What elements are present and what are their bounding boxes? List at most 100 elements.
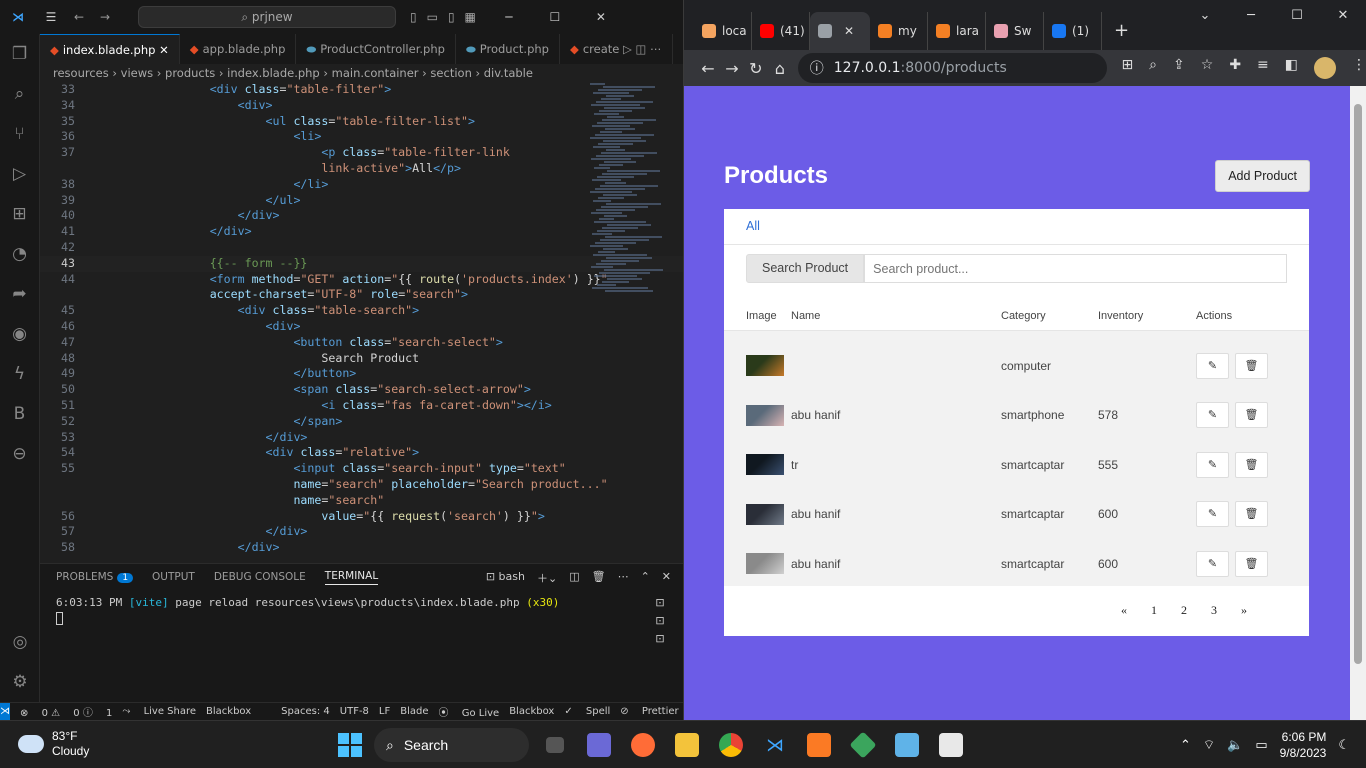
run-debug-icon[interactable]: ▷ [0, 154, 39, 194]
reload-icon[interactable]: ↻ [744, 59, 768, 78]
eol-status[interactable]: LF [379, 706, 390, 717]
translate-icon[interactable]: ⊞ [1121, 57, 1133, 79]
forward-icon[interactable]: → [92, 10, 118, 24]
bookmark-star-icon[interactable]: ☆ [1201, 57, 1214, 79]
code-line[interactable]: 40 </div> [40, 208, 683, 224]
code-line[interactable]: name="search" [40, 493, 683, 509]
start-button[interactable] [338, 733, 362, 757]
code-line[interactable]: 43 {{-- form --}} [40, 255, 683, 272]
scrollbar-thumb[interactable] [1354, 104, 1362, 664]
spell-status[interactable]: ✓ Spell [564, 706, 610, 717]
page-link[interactable]: 1 [1139, 603, 1169, 618]
share-icon[interactable]: ⇪ [1173, 57, 1185, 79]
browser-tab[interactable]: lara [928, 12, 986, 50]
thunder-icon[interactable]: ϟ [0, 354, 39, 394]
postman-icon[interactable] [625, 727, 661, 763]
edit-pencil-icon[interactable]: ✎ [1196, 501, 1229, 528]
teams-chat-icon[interactable] [581, 727, 617, 763]
code-line[interactable]: 58 </div> [40, 540, 683, 556]
delete-trash-icon[interactable]: 🗑 [1235, 451, 1268, 478]
indentation-status[interactable]: Spaces: 4 [281, 706, 330, 717]
next-page-link[interactable]: » [1229, 603, 1259, 618]
github-icon[interactable]: ◉ [0, 314, 39, 354]
language-status[interactable]: Blade [400, 706, 428, 717]
zoom-icon[interactable]: ⌕ [1149, 57, 1157, 79]
code-line[interactable]: 54 <div class="relative"> [40, 445, 683, 461]
media-icon[interactable]: ≡ [1257, 57, 1269, 79]
code-line[interactable]: 41 </div> [40, 224, 683, 240]
code-line[interactable]: 37 <p class="table-filter-link [40, 145, 683, 161]
code-line[interactable]: 47 <button class="search-select"> [40, 335, 683, 351]
code-line[interactable]: link-active">All</p> [40, 161, 683, 177]
tab-problems[interactable]: PROBLEMS 1 [56, 571, 134, 583]
code-line[interactable]: name="search" placeholder="Search produc… [40, 477, 683, 493]
trash-icon[interactable]: 🗑 [592, 570, 606, 586]
edit-pencil-icon[interactable]: ✎ [1196, 402, 1229, 429]
browser-tab[interactable]: loca [694, 12, 752, 50]
notepad-icon[interactable] [889, 727, 925, 763]
prev-page-link[interactable]: « [1109, 603, 1139, 618]
tab-product-php[interactable]: ⬬ Product.php [456, 34, 560, 64]
back-icon[interactable]: ← [66, 10, 92, 24]
terminal-list[interactable]: ⊡ ⊡ ⊡ [649, 594, 671, 648]
code-editor[interactable]: 33 <div class="table-filter"> 34 <div> 35 … [40, 82, 683, 560]
code-line[interactable]: 53 </div> [40, 430, 683, 446]
page-link[interactable]: 3 [1199, 603, 1229, 618]
taskbar-search[interactable]: ⌕ Search [374, 728, 529, 762]
code-line[interactable]: 44 <form method="GET" action="{{ route('… [40, 272, 683, 288]
tab-debug-console[interactable]: DEBUG CONSOLE [214, 571, 306, 583]
blackbox-status[interactable]: Blackbox [206, 706, 251, 717]
xampp-icon[interactable] [801, 727, 837, 763]
minimap[interactable] [590, 82, 663, 322]
code-line[interactable]: 35 <ul class="table-filter-list"> [40, 114, 683, 130]
delete-trash-icon[interactable]: 🗑 [1235, 402, 1268, 429]
address-bar[interactable]: ⓘ 127.0.0.1:8000/products [797, 53, 1108, 83]
close-panel-icon[interactable]: ✕ [662, 570, 671, 586]
browser-tab[interactable]: my [870, 12, 928, 50]
terminal-output[interactable]: 6:03:13 PM [vite] page reload resources\… [40, 590, 683, 634]
blackbox2-status[interactable]: Blackbox [509, 706, 554, 717]
side-panel-icon[interactable]: ◧ [1285, 57, 1298, 79]
delete-trash-icon[interactable]: 🗑 [1235, 501, 1268, 528]
extensions-icon[interactable]: ⊞ [0, 194, 39, 234]
clock[interactable]: 6:06 PM 9/8/2023 [1280, 729, 1327, 761]
show-hidden-icons-icon[interactable]: ⌃ [1180, 737, 1191, 753]
edit-pencil-icon[interactable]: ✎ [1196, 550, 1229, 577]
page-link[interactable]: 2 [1169, 603, 1199, 618]
encoding-status[interactable]: UTF-8 [340, 706, 369, 717]
weather-widget[interactable]: 83°F Cloudy [18, 729, 89, 759]
live-share-status[interactable]: ⤳ Live Share [122, 706, 196, 717]
task-view-icon[interactable] [537, 727, 573, 763]
tab-index-blade[interactable]: ◆ index.blade.php ✕ [40, 34, 180, 64]
code-line[interactable]: 46 <div> [40, 319, 683, 335]
browser-tab[interactable]: Sw [986, 12, 1044, 50]
menu-icon[interactable]: ☰ [36, 10, 66, 24]
browser-tab[interactable]: (1) [1044, 12, 1102, 50]
wifi-icon[interactable]: ⌔ [1203, 737, 1215, 753]
home-icon[interactable]: ⌂ [768, 59, 792, 78]
delete-trash-icon[interactable]: 🗑 [1235, 352, 1268, 379]
profile-avatar[interactable] [1314, 57, 1337, 79]
maximize-panel-icon[interactable]: ⌃ [641, 570, 650, 586]
battery-icon[interactable]: ▭ [1255, 737, 1267, 753]
file-explorer-icon[interactable] [669, 727, 705, 763]
new-terminal-icon[interactable]: ＋⌄ [537, 570, 557, 586]
remote-icon[interactable]: ◔ [0, 234, 39, 274]
settings-gear-icon[interactable]: ⚙ [0, 662, 40, 702]
live-share-icon[interactable]: ➦ [0, 274, 39, 314]
code-line[interactable]: 57 </div> [40, 524, 683, 540]
tab-app-blade[interactable]: ◆ app.blade.php [180, 34, 297, 64]
command-center[interactable]: ⌕ prjnew [138, 6, 396, 28]
code-line[interactable]: 56 value="{{ request('search') }}"> [40, 509, 683, 525]
minimize-icon[interactable]: ─ [1228, 8, 1274, 23]
more-icon[interactable]: ⋯ [618, 570, 629, 586]
terminal-shell-select[interactable]: ⊡ bash [486, 570, 525, 586]
layout-icons[interactable]: ▯▭▯▦ [410, 10, 486, 24]
back-icon[interactable]: ← [696, 59, 720, 78]
tab-terminal[interactable]: TERMINAL [324, 570, 379, 585]
chrome-icon[interactable] [713, 727, 749, 763]
code-line[interactable]: 55 <input class="search-input" type="tex… [40, 461, 683, 477]
blackbox-icon[interactable]: B [0, 394, 39, 434]
code-line[interactable]: 51 <i class="fas fa-caret-down"></i> [40, 398, 683, 414]
source-control-icon[interactable]: ⑂ [0, 114, 39, 154]
